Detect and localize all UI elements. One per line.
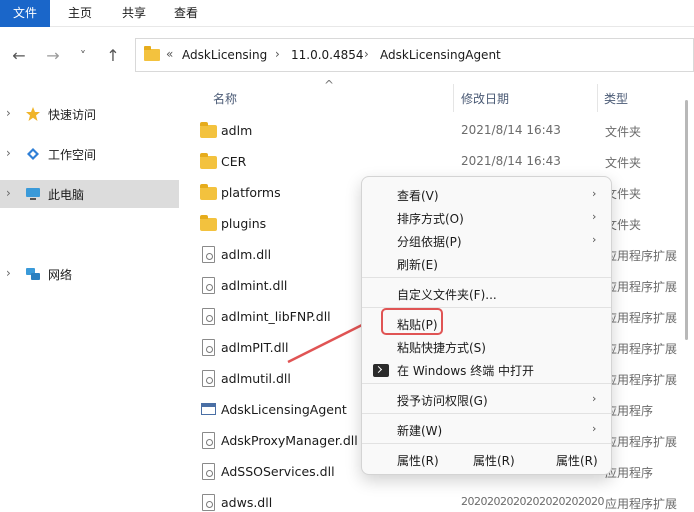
menu-item-properties[interactable]: 属性(R) [473, 452, 515, 469]
terminal-icon [373, 364, 389, 377]
chevron-right-icon: › [592, 392, 597, 405]
menu-item-sort[interactable]: 排序方式(O) [397, 210, 464, 227]
menu-item-customize-folder[interactable]: 自定义文件夹(F)... [397, 286, 497, 303]
menu-item-properties[interactable]: 属性(R) [556, 452, 598, 469]
menu-item-open-in-terminal[interactable]: 在 Windows 终端 中打开 [397, 362, 534, 379]
menu-item-group[interactable]: 分组依据(P) [397, 233, 462, 250]
menu-divider [362, 443, 611, 444]
menu-divider [362, 277, 611, 278]
menu-item-grant-access[interactable]: 授予访问权限(G) [397, 392, 488, 409]
chevron-right-icon: › [592, 233, 597, 246]
menu-divider [362, 413, 611, 414]
menu-item-new[interactable]: 新建(W) [397, 422, 442, 439]
chevron-right-icon: › [592, 422, 597, 435]
menu-item-paste-shortcut[interactable]: 粘贴快捷方式(S) [397, 339, 486, 356]
chevron-right-icon: › [592, 210, 597, 223]
menu-item-properties[interactable]: 属性(R) [397, 452, 439, 469]
menu-item-paste[interactable]: 粘贴(P) [397, 316, 438, 333]
menu-item-refresh[interactable]: 刷新(E) [397, 256, 438, 273]
menu-item-view[interactable]: 查看(V) [397, 187, 439, 204]
chevron-right-icon: › [592, 187, 597, 200]
context-menu: 查看(V) › 排序方式(O) › 分组依据(P) › 刷新(E) 自定义文件夹… [361, 176, 612, 475]
menu-divider [362, 383, 611, 384]
